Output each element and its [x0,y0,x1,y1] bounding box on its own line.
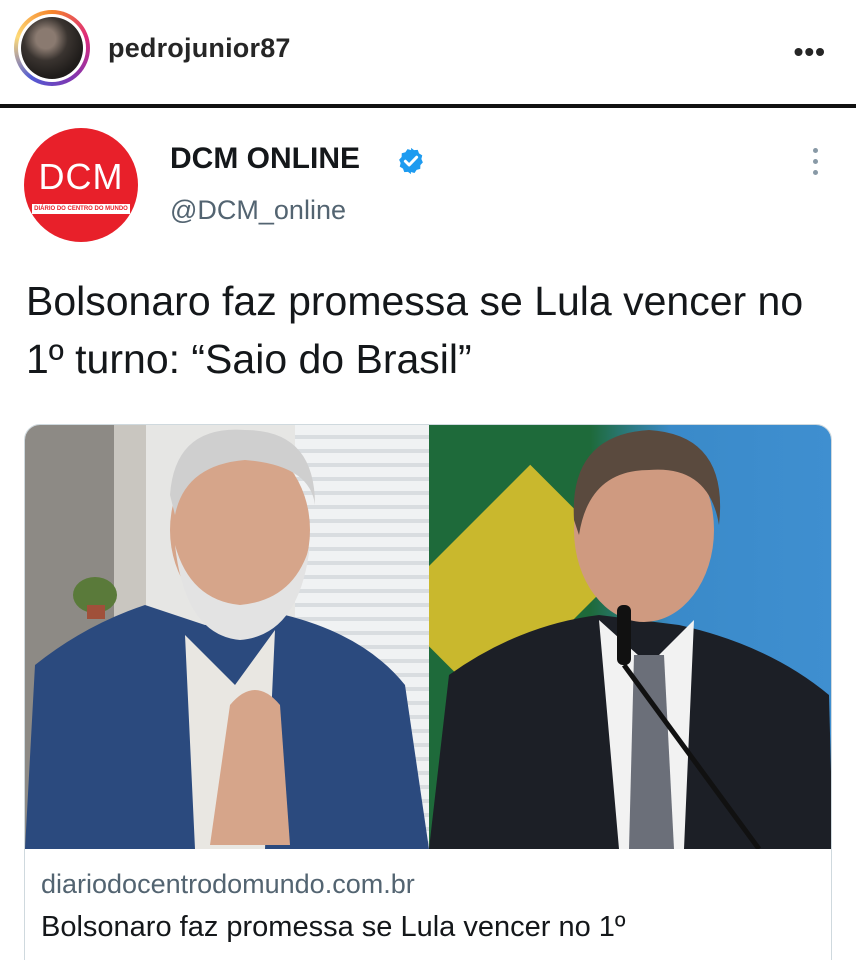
author-name[interactable]: DCM ONLINE [170,142,360,176]
verified-badge-icon [399,147,423,175]
link-title: Bolsonaro faz promessa se Lula vencer no… [41,911,626,943]
photo-right [429,425,831,849]
tweet-text: Bolsonaro faz promessa se Lula vencer no… [26,278,804,382]
dcm-logo-text: DCM [38,156,124,197]
dcm-logo[interactable]: DCM DIÁRIO DO CENTRO DO MUNDO [24,128,138,242]
story-ring[interactable] [14,10,90,86]
link-preview-image [25,425,831,849]
tweet-card: DCM DIÁRIO DO CENTRO DO MUNDO DCM ONLINE… [0,108,856,960]
more-horizontal-icon[interactable]: ••• [794,36,826,68]
more-vertical-icon[interactable] [810,148,820,178]
link-preview-card[interactable]: diariodocentrodomundo.com.br Bolsonaro f… [24,424,832,960]
author-handle[interactable]: @DCM_online [170,195,346,226]
dcm-logo-subtext: DIÁRIO DO CENTRO DO MUNDO [32,204,130,214]
photo-left [25,425,429,849]
avatar[interactable] [18,14,86,82]
link-domain: diariodocentrodomundo.com.br [41,869,415,899]
avatar-photo [21,17,83,79]
instagram-username[interactable]: pedrojunior87 [108,33,291,64]
instagram-post-header: pedrojunior87 ••• [0,0,856,104]
